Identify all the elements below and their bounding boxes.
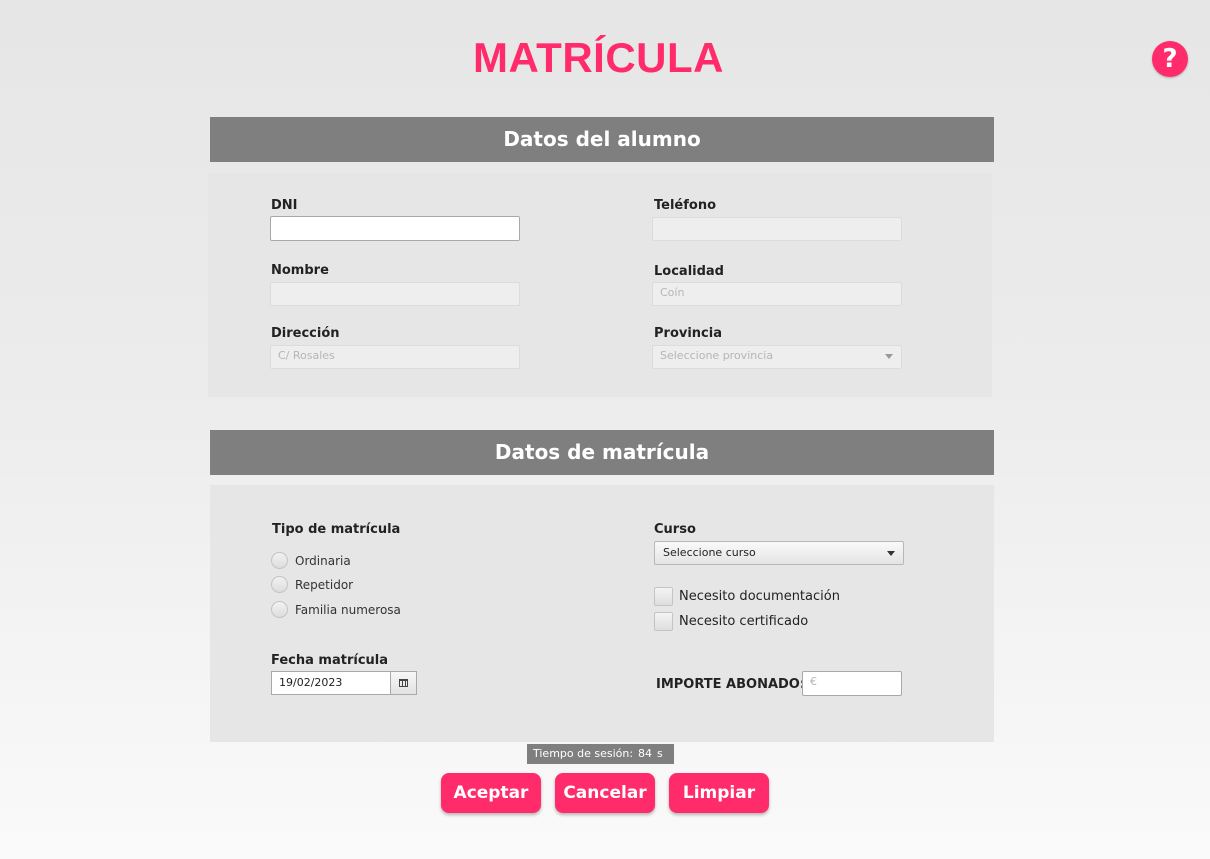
tipo-matricula-label: Tipo de matrícula xyxy=(272,522,401,537)
radio-ordinaria-label: Ordinaria xyxy=(295,554,351,568)
importe-label: IMPORTE ABONADO: xyxy=(656,677,806,692)
chevron-down-icon xyxy=(885,354,893,359)
cancel-button[interactable]: Cancelar xyxy=(555,773,655,813)
dni-label: DNI xyxy=(271,198,298,213)
student-section-header: Datos del alumno xyxy=(210,117,994,162)
calendar-icon xyxy=(399,679,408,687)
fecha-matricula-label: Fecha matrícula xyxy=(271,653,389,668)
curso-selected: Seleccione curso xyxy=(663,546,756,559)
checkbox-certificado-label: Necesito certificado xyxy=(679,614,809,629)
telefono-label: Teléfono xyxy=(654,198,717,213)
page-title: MATRÍCULA xyxy=(472,34,724,81)
provincia-label: Provincia xyxy=(654,326,722,341)
localidad-input[interactable]: Coín xyxy=(652,282,902,306)
radio-familia-numerosa-label: Familia numerosa xyxy=(295,603,401,617)
enrollment-section-header: Datos de matrícula xyxy=(210,430,994,475)
session-timer-unit: s xyxy=(657,747,663,760)
nombre-input[interactable] xyxy=(270,282,520,306)
accept-button[interactable]: Aceptar xyxy=(441,773,541,813)
provincia-selected: Seleccione provincia xyxy=(660,349,774,362)
radio-repetidor-label: Repetidor xyxy=(295,578,354,592)
curso-select[interactable]: Seleccione curso xyxy=(654,541,904,565)
radio-circle-icon[interactable] xyxy=(271,576,288,593)
checkbox-documentacion-label: Necesito documentación xyxy=(679,589,840,604)
chevron-down-icon xyxy=(887,551,895,556)
direccion-label: Dirección xyxy=(271,326,340,341)
session-timer-value: 84 xyxy=(638,747,652,760)
session-timer-label: Tiempo de sesión: xyxy=(533,747,634,760)
localidad-label: Localidad xyxy=(654,264,724,279)
session-timer: Tiempo de sesión: 84 s xyxy=(527,744,674,764)
provincia-select[interactable]: Seleccione provincia xyxy=(652,345,902,369)
nombre-label: Nombre xyxy=(271,263,329,278)
fecha-matricula-input[interactable]: 19/02/2023 xyxy=(271,671,391,695)
curso-label: Curso xyxy=(654,522,696,537)
importe-input[interactable]: € xyxy=(802,671,902,696)
clear-button[interactable]: Limpiar xyxy=(669,773,769,813)
checkbox-box-icon[interactable] xyxy=(654,612,673,631)
radio-circle-icon[interactable] xyxy=(271,601,288,618)
telefono-input[interactable] xyxy=(652,217,902,241)
dni-input[interactable] xyxy=(270,216,520,241)
radio-circle-icon[interactable] xyxy=(271,552,288,569)
date-picker-button[interactable] xyxy=(390,671,417,695)
checkbox-box-icon[interactable] xyxy=(654,587,673,606)
help-icon[interactable]: ? xyxy=(1152,41,1188,77)
direccion-input[interactable]: C/ Rosales xyxy=(270,345,520,369)
